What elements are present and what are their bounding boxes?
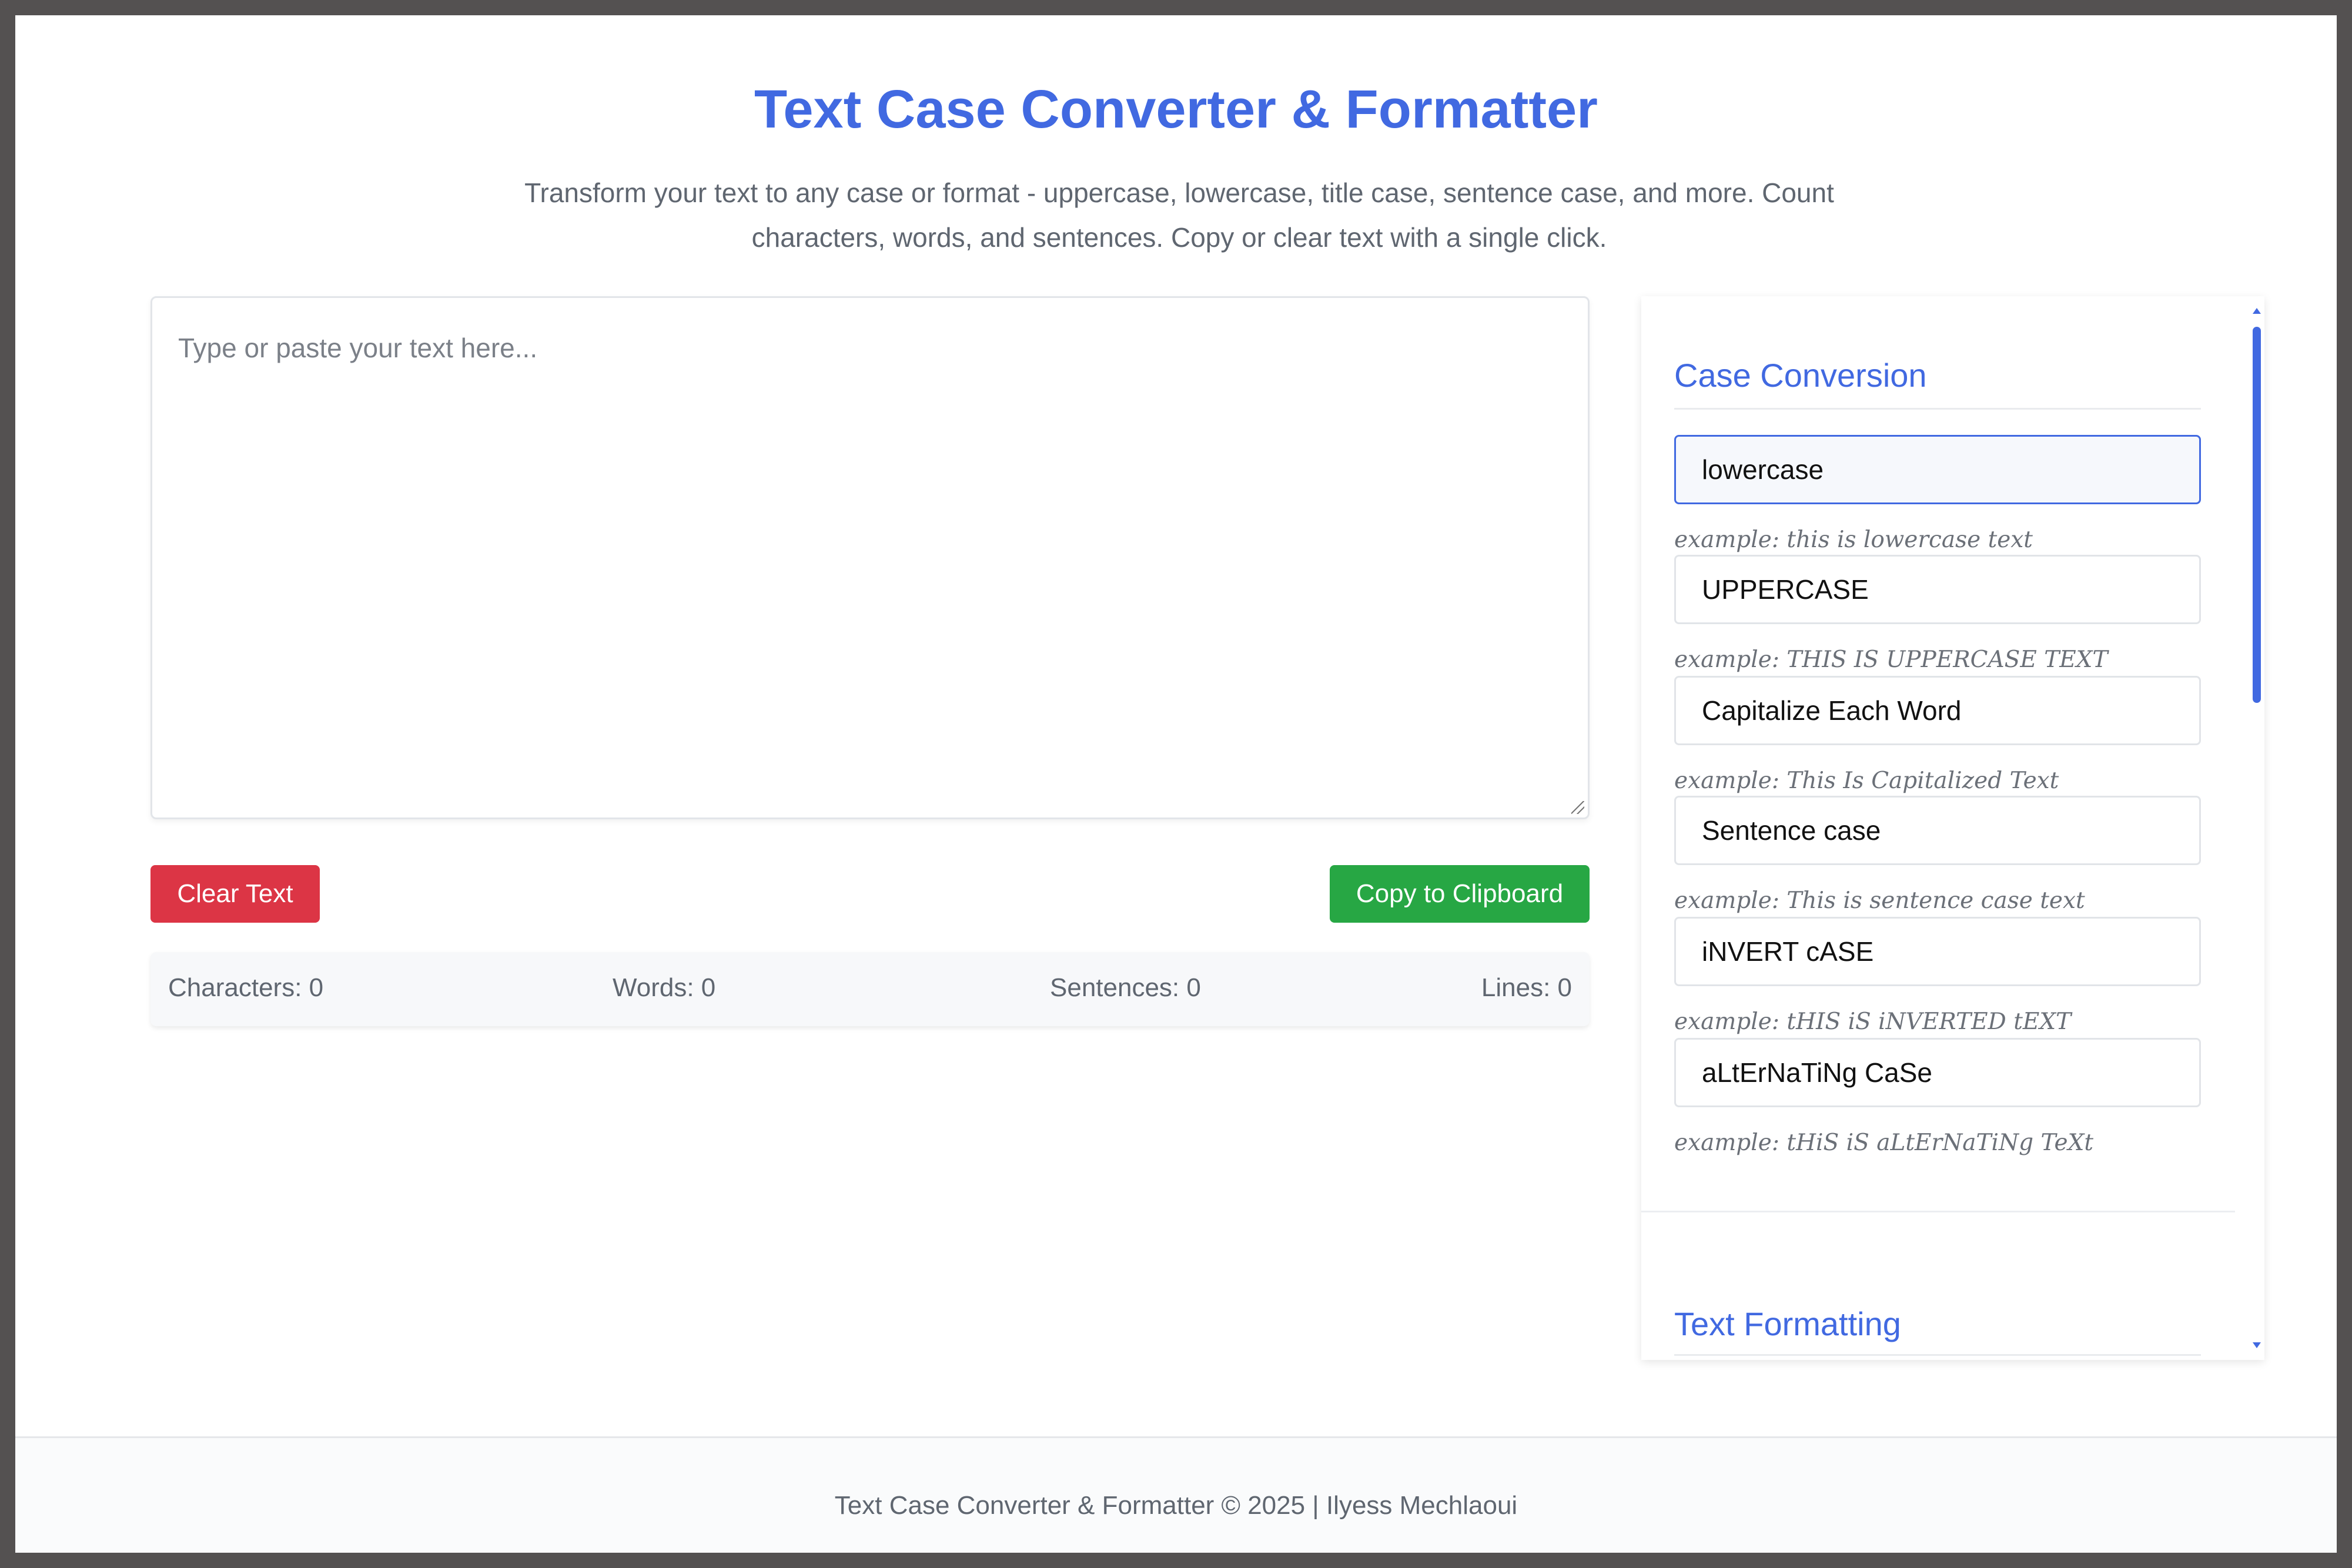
copy-to-clipboard-button[interactable]: Copy to Clipboard: [1330, 865, 1590, 923]
text-input-placeholder: Type or paste your text here...: [178, 333, 538, 363]
case-conversion-card: Case Conversion lowercase example: this …: [1641, 296, 2235, 1212]
lowercase-option[interactable]: lowercase: [1674, 435, 2201, 504]
resize-handle-icon[interactable]: [1571, 801, 1584, 814]
text-input-area[interactable]: Type or paste your text here...: [150, 296, 1590, 819]
text-formatting-title: Text Formatting: [1674, 1305, 1901, 1342]
app-window: Text Case Converter & Formatter Transfor…: [15, 15, 2337, 1553]
capitalize-each-word-option[interactable]: Capitalize Each Word: [1674, 676, 2201, 745]
page-subtitle: Transform your text to any case or forma…: [524, 177, 1834, 253]
case-conversion-title: Case Conversion: [1674, 357, 1927, 394]
line-count: Lines: 0: [1481, 973, 1572, 1002]
footer-text: Text Case Converter & Formatter © 2025 |…: [834, 1491, 1518, 1520]
uppercase-example: example: THIS IS UPPERCASE TEXT: [1674, 646, 2108, 673]
scrollbar-thumb[interactable]: [2253, 327, 2261, 703]
invert-case-option[interactable]: iNVERT cASE: [1674, 917, 2201, 986]
clear-text-button[interactable]: Clear Text: [150, 865, 320, 923]
uppercase-option[interactable]: UPPERCASE: [1674, 555, 2201, 624]
scroll-up-icon[interactable]: [2253, 308, 2261, 314]
sentence-case-example: example: This is sentence case text: [1674, 887, 2085, 914]
invert-case-example: example: tHIS iS iNVERTED tEXT: [1674, 1009, 2072, 1035]
capitalize-each-word-example: example: This Is Capitalized Text: [1674, 768, 2059, 794]
alternating-case-option[interactable]: aLtErNaTiNg CaSe: [1674, 1038, 2201, 1107]
sentence-count: Sentences: 0: [1050, 973, 1201, 1002]
alternating-case-example: example: tHiS iS aLtErNaTiNg TeXt: [1674, 1130, 2094, 1156]
character-count: Characters: 0: [168, 973, 324, 1002]
section-divider: [1674, 408, 2201, 410]
footer: Text Case Converter & Formatter © 2025 |…: [15, 1436, 2337, 1553]
section-divider: [1674, 1354, 2201, 1356]
stats-bar: Characters: 0 Words: 0 Sentences: 0 Line…: [150, 952, 1590, 1026]
sentence-case-option[interactable]: Sentence case: [1674, 796, 2201, 865]
page-title: Text Case Converter & Formatter: [754, 79, 1598, 139]
word-count: Words: 0: [613, 973, 716, 1002]
options-sidebar: Case Conversion lowercase example: this …: [1641, 296, 2264, 1360]
lowercase-example: example: this is lowercase text: [1674, 527, 2033, 553]
scroll-down-icon[interactable]: [2253, 1342, 2261, 1348]
sidebar-scrollbar[interactable]: [2247, 296, 2264, 1360]
